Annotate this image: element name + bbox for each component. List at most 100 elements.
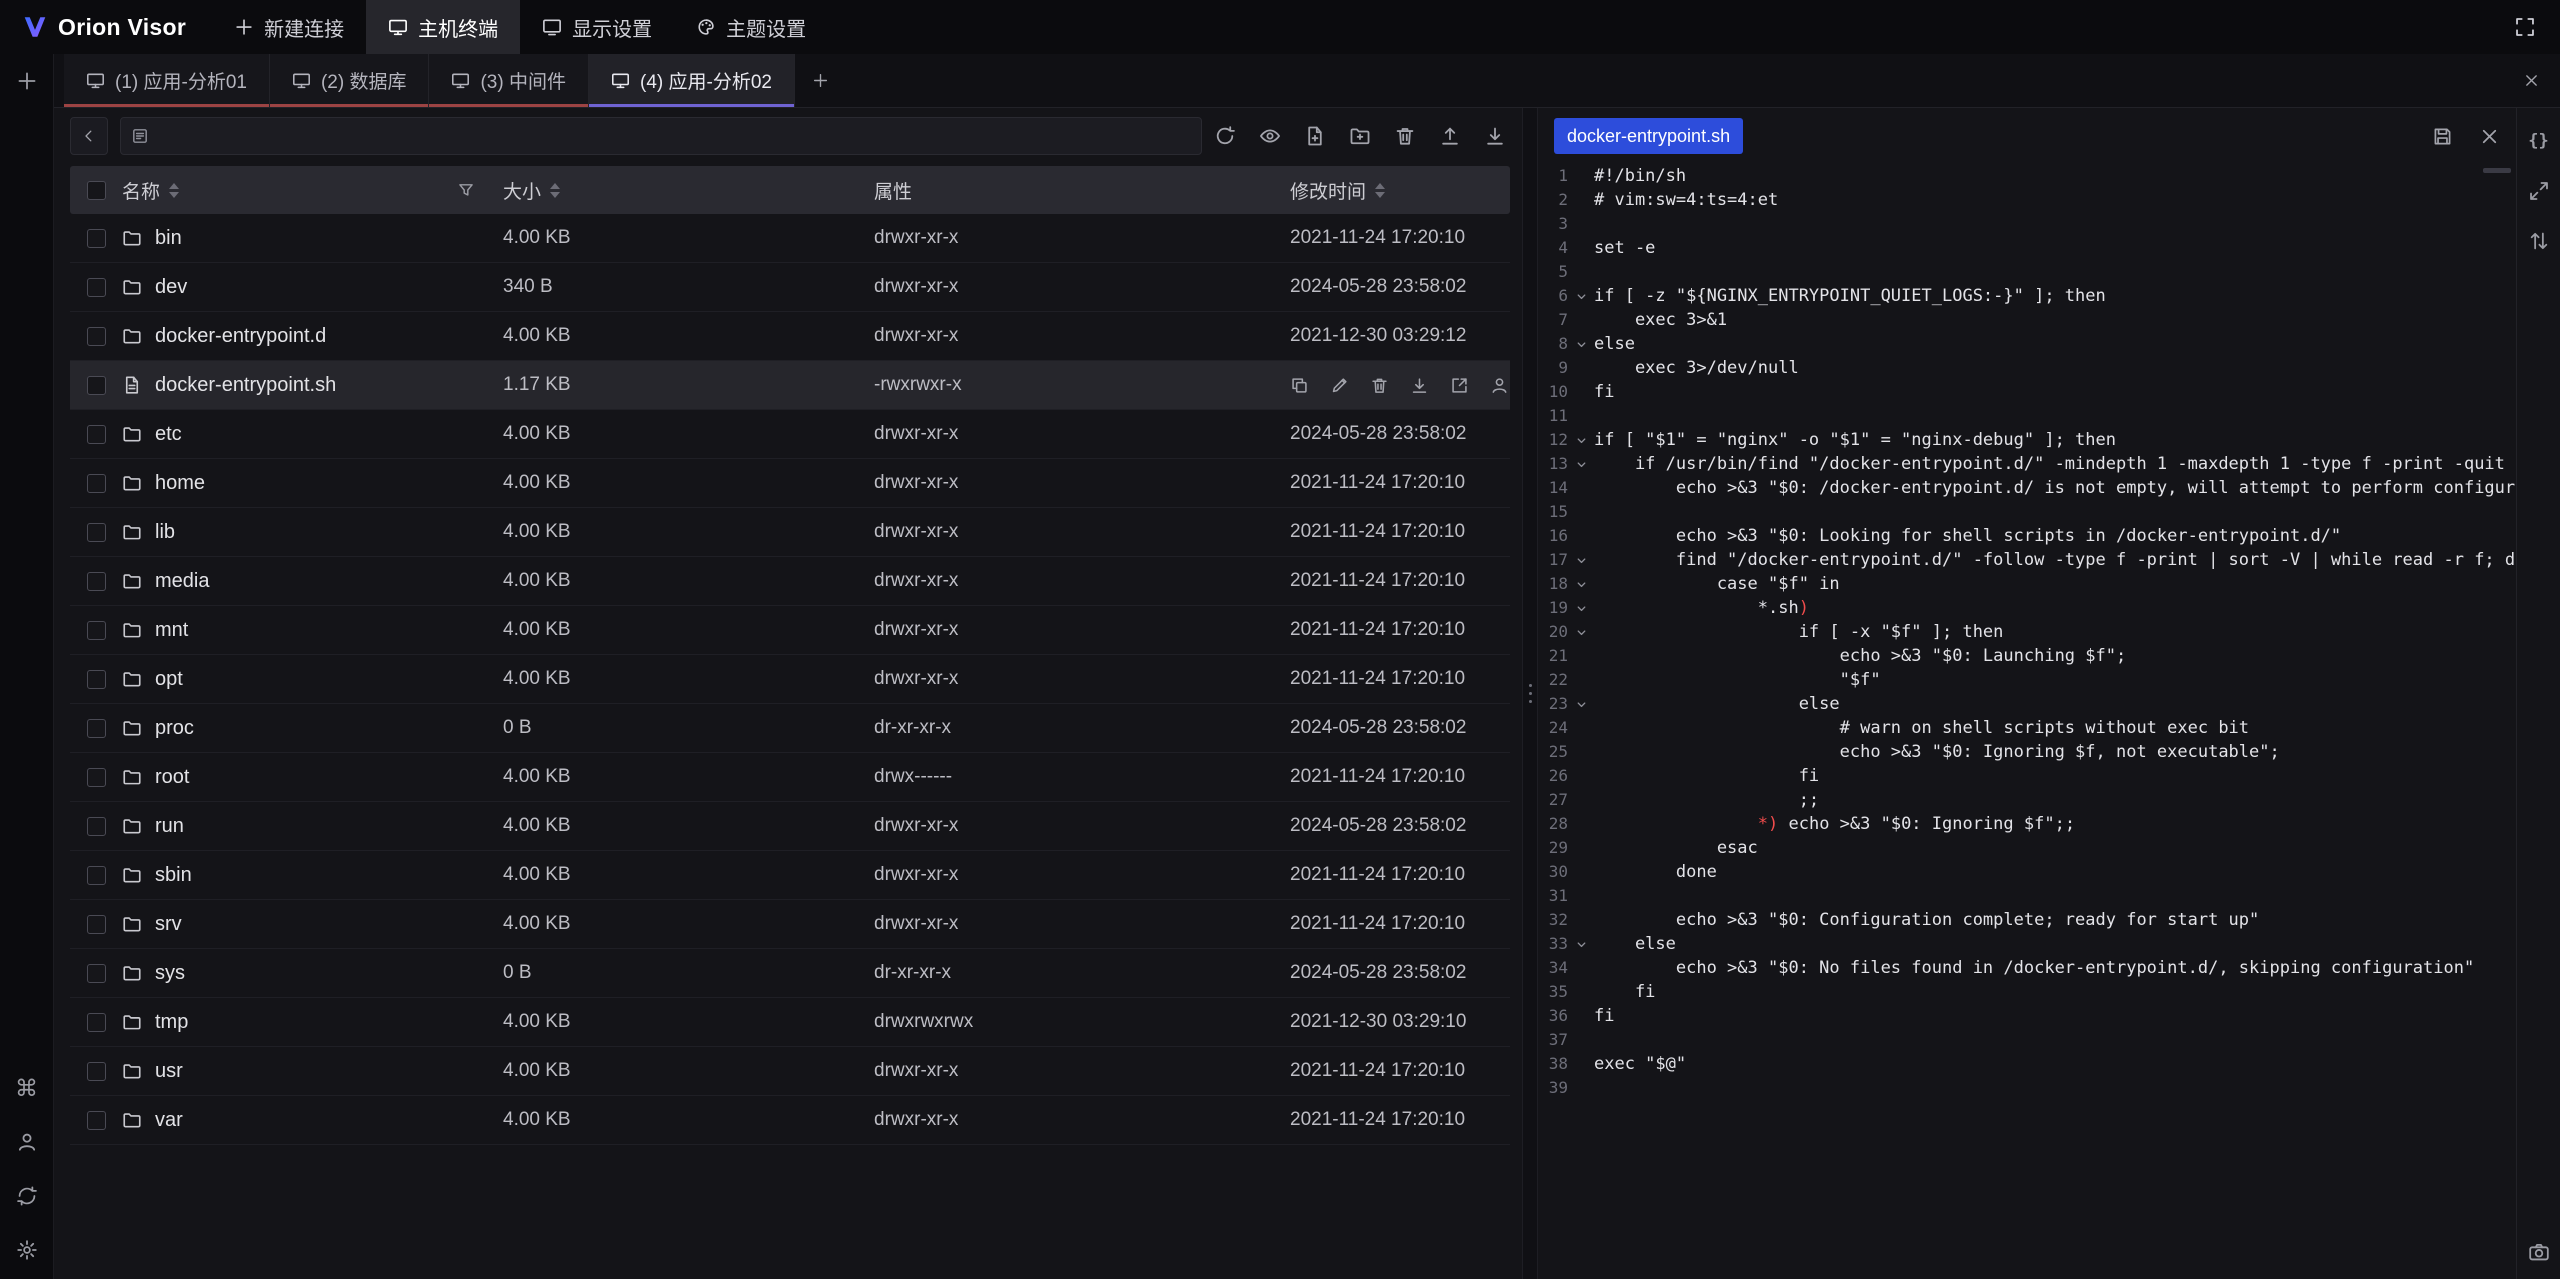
table-row[interactable]: sbin4.00 KBdrwxr-xr-x2021-11-24 17:20:10 <box>70 851 1510 900</box>
new-tab-button[interactable] <box>795 54 847 107</box>
row-checkbox[interactable] <box>87 376 106 395</box>
file-name[interactable]: lib <box>155 521 175 544</box>
table-row[interactable]: proc0 Bdr-xr-xr-x2024-05-28 23:58:02 <box>70 704 1510 753</box>
file-name[interactable]: dev <box>155 276 187 299</box>
file-name[interactable]: sys <box>155 962 185 985</box>
row-checkbox[interactable] <box>87 768 106 787</box>
file-name[interactable]: usr <box>155 1060 183 1083</box>
table-row[interactable]: run4.00 KBdrwxr-xr-x2024-05-28 23:58:02 <box>70 802 1510 851</box>
table-row[interactable]: mnt4.00 KBdrwxr-xr-x2021-11-24 17:20:10 <box>70 606 1510 655</box>
swap-icon[interactable] <box>2528 230 2550 252</box>
upload-icon[interactable] <box>1439 125 1461 147</box>
fold-icon[interactable] <box>1568 452 1594 476</box>
row-checkbox[interactable] <box>87 1062 106 1081</box>
nav-item-2[interactable]: 显示设置 <box>520 0 674 54</box>
fullscreen-icon[interactable] <box>2514 16 2536 38</box>
fold-icon[interactable] <box>1568 692 1594 716</box>
file-name[interactable]: media <box>155 570 209 593</box>
row-checkbox[interactable] <box>87 1111 106 1130</box>
terminal-tab-4[interactable]: (4) 应用-分析02 <box>589 54 795 107</box>
table-row[interactable]: lib4.00 KBdrwxr-xr-x2021-11-24 17:20:10 <box>70 508 1510 557</box>
file-name[interactable]: var <box>155 1109 183 1132</box>
back-button[interactable] <box>70 117 108 155</box>
column-header-name[interactable]: 名称 <box>122 177 160 204</box>
app-logo[interactable]: Orion Visor <box>0 14 212 41</box>
table-row[interactable]: home4.00 KBdrwxr-xr-x2021-11-24 17:20:10 <box>70 459 1510 508</box>
path-input[interactable] <box>120 117 1202 155</box>
file-name[interactable]: tmp <box>155 1011 188 1034</box>
table-row[interactable]: var4.00 KBdrwxr-xr-x2021-11-24 17:20:10 <box>70 1096 1510 1145</box>
scrollbar-thumb[interactable] <box>2483 168 2511 173</box>
sync-icon[interactable] <box>16 1185 38 1207</box>
fold-icon[interactable] <box>1568 284 1594 308</box>
trash-icon[interactable] <box>1394 125 1416 147</box>
file-name[interactable]: home <box>155 472 205 495</box>
download-icon[interactable] <box>1484 125 1506 147</box>
fold-icon[interactable] <box>1568 572 1594 596</box>
folder-plus-icon[interactable] <box>1349 125 1371 147</box>
row-checkbox[interactable] <box>87 572 106 591</box>
table-row[interactable]: docker-entrypoint.sh1.17 KB-rwxrwxr-x <box>70 361 1510 410</box>
row-checkbox[interactable] <box>87 229 106 248</box>
select-all-checkbox[interactable] <box>87 181 106 200</box>
table-row[interactable]: root4.00 KBdrwx------2021-11-24 17:20:10 <box>70 753 1510 802</box>
save-icon[interactable] <box>2432 126 2453 147</box>
row-checkbox[interactable] <box>87 866 106 885</box>
file-name[interactable]: sbin <box>155 864 192 887</box>
fold-icon[interactable] <box>1568 548 1594 572</box>
file-name[interactable]: bin <box>155 227 182 250</box>
file-name[interactable]: docker-entrypoint.sh <box>155 374 336 397</box>
file-name[interactable]: proc <box>155 717 194 740</box>
file-plus-icon[interactable] <box>1304 125 1326 147</box>
row-checkbox[interactable] <box>87 1013 106 1032</box>
row-checkbox[interactable] <box>87 670 106 689</box>
plus-icon[interactable] <box>16 70 38 92</box>
row-checkbox[interactable] <box>87 817 106 836</box>
table-row[interactable]: tmp4.00 KBdrwxrwxrwx2021-12-30 03:29:10 <box>70 998 1510 1047</box>
file-name[interactable]: opt <box>155 668 183 691</box>
fold-icon[interactable] <box>1568 596 1594 620</box>
fold-icon[interactable] <box>1568 428 1594 452</box>
nav-item-1[interactable]: 主机终端 <box>366 0 520 54</box>
file-name[interactable]: srv <box>155 913 182 936</box>
terminal-tab-3[interactable]: (3) 中间件 <box>429 54 589 107</box>
table-row[interactable]: media4.00 KBdrwxr-xr-x2021-11-24 17:20:1… <box>70 557 1510 606</box>
user-permission-icon[interactable] <box>1490 376 1509 395</box>
fold-icon[interactable] <box>1568 932 1594 956</box>
editor-file-badge[interactable]: docker-entrypoint.sh <box>1554 118 1743 154</box>
row-checkbox[interactable] <box>87 915 106 934</box>
row-checkbox[interactable] <box>87 278 106 297</box>
copy-icon[interactable] <box>1290 376 1309 395</box>
table-row[interactable]: bin4.00 KBdrwxr-xr-x2021-11-24 17:20:10 <box>70 214 1510 263</box>
terminal-tab-1[interactable]: (1) 应用-分析01 <box>64 54 270 107</box>
table-row[interactable]: etc4.00 KBdrwxr-xr-x2024-05-28 23:58:02 <box>70 410 1510 459</box>
column-header-mtime[interactable]: 修改时间 <box>1290 177 1366 204</box>
file-name[interactable]: run <box>155 815 184 838</box>
nav-item-0[interactable]: 新建连接 <box>212 0 366 54</box>
table-row[interactable]: sys0 Bdr-xr-xr-x2024-05-28 23:58:02 <box>70 949 1510 998</box>
row-checkbox[interactable] <box>87 523 106 542</box>
table-row[interactable]: opt4.00 KBdrwxr-xr-x2021-11-24 17:20:10 <box>70 655 1510 704</box>
file-name[interactable]: etc <box>155 423 182 446</box>
row-checkbox[interactable] <box>87 964 106 983</box>
row-checkbox[interactable] <box>87 621 106 640</box>
camera-icon[interactable] <box>2528 1241 2550 1263</box>
table-row[interactable]: dev340 Bdrwxr-xr-x2024-05-28 23:58:02 <box>70 263 1510 312</box>
eye-icon[interactable] <box>1259 125 1281 147</box>
close-panel-button[interactable] <box>2502 54 2560 107</box>
filter-icon[interactable] <box>457 181 475 199</box>
panel-splitter[interactable] <box>1522 108 1538 1279</box>
trash-icon[interactable] <box>1370 376 1389 395</box>
table-row[interactable]: usr4.00 KBdrwxr-xr-x2021-11-24 17:20:10 <box>70 1047 1510 1096</box>
nav-item-3[interactable]: 主题设置 <box>674 0 828 54</box>
table-row[interactable]: srv4.00 KBdrwxr-xr-x2021-11-24 17:20:10 <box>70 900 1510 949</box>
row-checkbox[interactable] <box>87 474 106 493</box>
download-icon[interactable] <box>1410 376 1429 395</box>
user-icon[interactable] <box>16 1131 38 1153</box>
file-name[interactable]: mnt <box>155 619 188 642</box>
terminal-tab-2[interactable]: (2) 数据库 <box>270 54 430 107</box>
code-editor[interactable]: 1#!/bin/sh2# vim:sw=4:ts=4:et34set -e56i… <box>1538 164 2516 1279</box>
sort-name-icon[interactable] <box>169 183 179 198</box>
refresh-icon[interactable] <box>1214 125 1236 147</box>
row-checkbox[interactable] <box>87 719 106 738</box>
